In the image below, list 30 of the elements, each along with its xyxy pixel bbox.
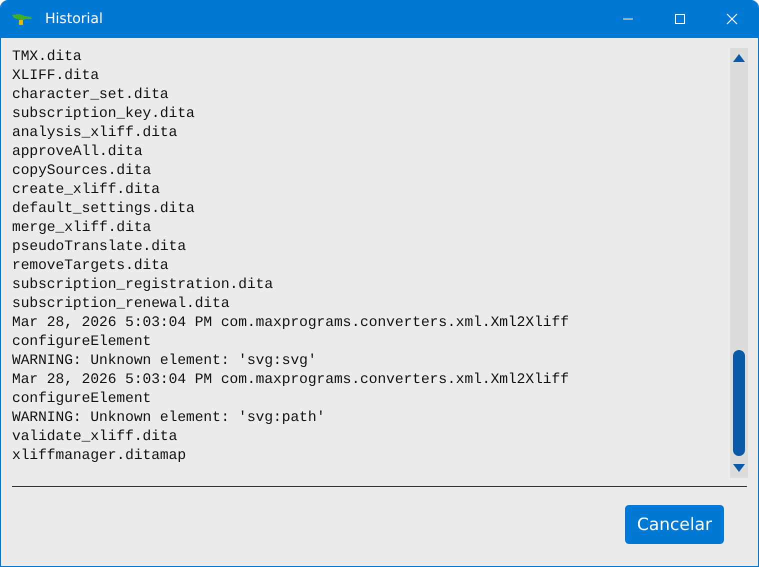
log-line: subscription_key.dita <box>12 105 196 124</box>
log-line: removeTargets.dita <box>12 257 170 276</box>
log-line: TMX.dita <box>12 48 83 67</box>
log-line: WARNING: Unknown element: 'svg:svg' <box>12 352 318 371</box>
log-line: subscription_registration.dita <box>12 276 274 295</box>
log-line: xliffmanager.ditamap <box>12 447 188 466</box>
log-line: XLIFF.dita <box>12 67 100 86</box>
log-line: default_settings.dita <box>12 200 196 219</box>
window-title: Historial <box>45 11 103 27</box>
log-line: configureElement <box>12 390 152 409</box>
log-line: character_set.dita <box>12 86 170 105</box>
scroll-up-icon[interactable] <box>733 54 745 62</box>
cancel-button[interactable]: Cancelar <box>625 505 724 544</box>
scrollbar[interactable] <box>730 48 748 478</box>
maximize-icon <box>674 13 686 25</box>
scroll-thumb[interactable] <box>733 350 745 456</box>
log-line: pseudoTranslate.dita <box>12 238 188 257</box>
log-line: subscription_renewal.dita <box>12 295 231 314</box>
log-line: analysis_xliff.dita <box>12 124 178 143</box>
log-line: WARNING: Unknown element: 'svg:path' <box>12 409 326 428</box>
close-icon <box>726 13 738 25</box>
log-line: copySources.dita <box>12 162 152 181</box>
log-line: Mar 28, 2026 5:03:04 PM com.maxprograms.converters.xml.Xml2Xliff <box>12 371 570 390</box>
log-line: approveAll.dita <box>12 143 144 162</box>
log-line: configureElement <box>12 333 152 352</box>
scroll-down-icon[interactable] <box>733 464 745 472</box>
log-line: Mar 28, 2026 5:03:04 PM com.maxprograms.converters.xml.Xml2Xliff <box>12 314 570 333</box>
log-line: merge_xliff.dita <box>12 219 152 238</box>
log-line: create_xliff.dita <box>12 181 161 200</box>
log-line: validate_xliff.dita <box>12 428 178 447</box>
